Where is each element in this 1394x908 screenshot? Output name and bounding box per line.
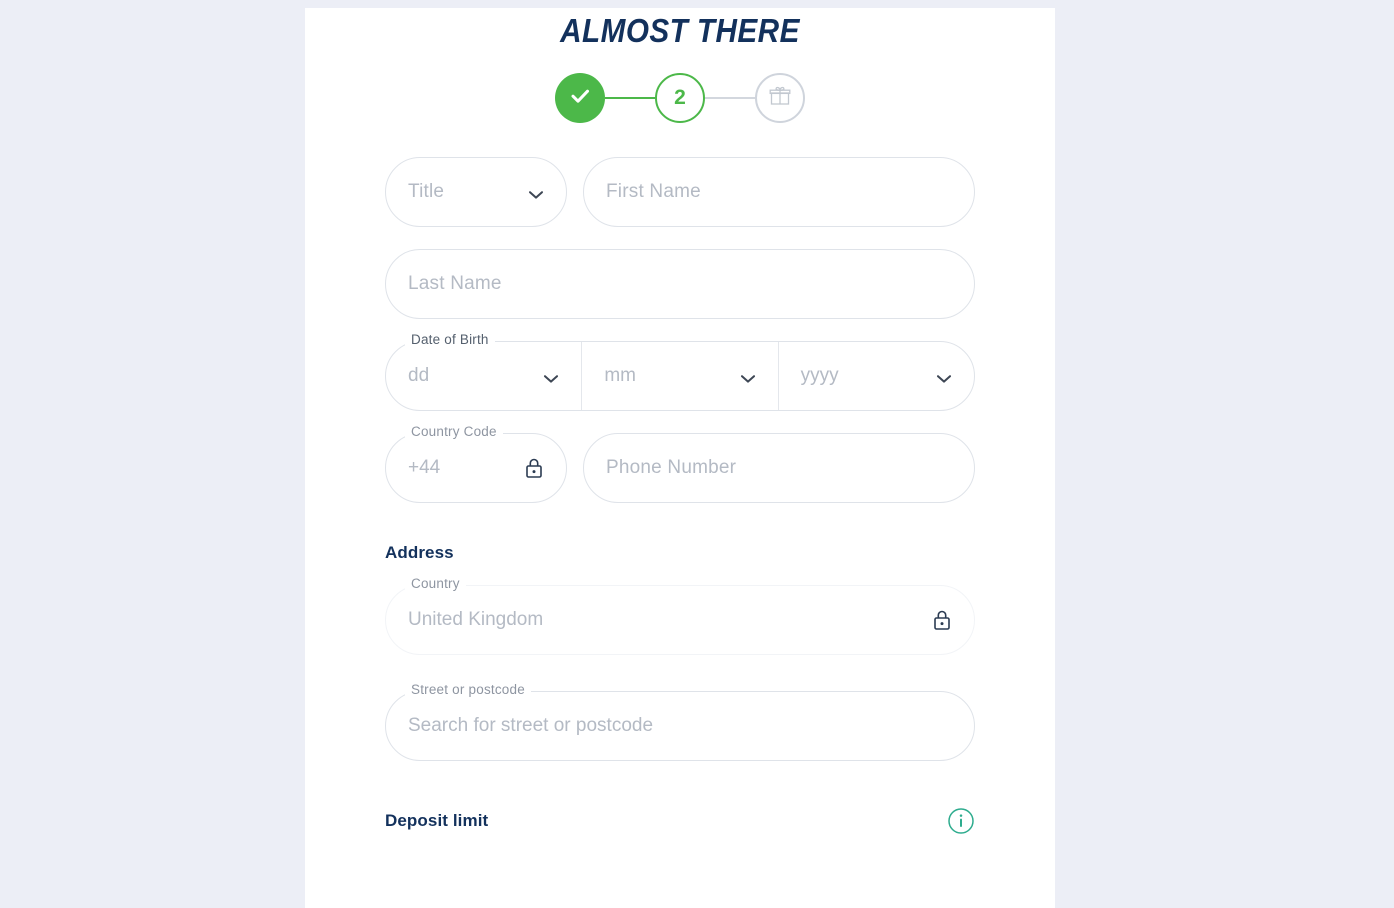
info-circle-icon[interactable] [947, 807, 975, 835]
deposit-limit-row: Deposit limit [385, 807, 975, 835]
street-postcode-placeholder: Search for street or postcode [408, 715, 654, 736]
phone-number-placeholder: Phone Number [606, 457, 737, 478]
name-row: Title First Name [385, 157, 975, 227]
dob-year-select[interactable]: yyyy [777, 342, 974, 410]
date-of-birth-fieldset: dd mm yyyy [385, 341, 975, 411]
lock-icon [932, 608, 952, 632]
dob-day-placeholder: dd [408, 365, 430, 386]
country-legend: Country [405, 576, 466, 591]
date-of-birth-legend: Date of Birth [405, 332, 495, 347]
address-section-heading: Address [385, 543, 454, 562]
first-name-placeholder: First Name [606, 181, 701, 202]
street-postcode-group: Street or postcode Search for street or … [385, 682, 975, 761]
country-code-value-wrap: +44 [386, 434, 566, 502]
gift-icon [767, 83, 793, 114]
street-postcode-field[interactable]: Search for street or postcode [385, 691, 975, 761]
dob-month-placeholder: mm [604, 365, 636, 386]
progress-stepper: 2 [305, 73, 1055, 123]
deposit-limit-heading: Deposit limit [385, 811, 489, 830]
country-group: Country United Kingdom [385, 576, 975, 655]
chevron-down-icon [740, 371, 756, 383]
dob-year-placeholder: yyyy [800, 365, 839, 386]
country-code-field[interactable]: +44 [385, 433, 567, 503]
country-code-legend: Country Code [405, 424, 503, 439]
registration-form: Title First Name Last Name Date of Birth… [305, 157, 1055, 835]
date-of-birth-group: Date of Birth dd mm yyyy [385, 332, 975, 411]
last-name-row: Last Name [385, 249, 975, 319]
chevron-down-icon [528, 187, 544, 199]
stepper-connector-1 [605, 97, 655, 99]
country-value: United Kingdom [408, 609, 544, 630]
last-name-placeholder: Last Name [408, 273, 502, 294]
title-select-placeholder: Title [408, 181, 445, 202]
stepper-step-2-label: 2 [674, 86, 686, 109]
stepper-step-3-upcoming[interactable] [755, 73, 805, 123]
country-code-group: Country Code +44 [385, 424, 567, 503]
title-select[interactable]: Title [385, 157, 567, 227]
street-postcode-legend: Street or postcode [405, 682, 531, 697]
stepper-step-2-current[interactable]: 2 [655, 73, 705, 123]
page-title: ALMOST THERE [560, 12, 800, 49]
card-inner: ALMOST THERE 2 Title First Name Last Nam… [305, 8, 1055, 835]
last-name-input[interactable]: Last Name [385, 249, 975, 319]
country-field[interactable]: United Kingdom [385, 585, 975, 655]
street-postcode-value-wrap: Search for street or postcode [386, 692, 974, 760]
chevron-down-icon [936, 371, 952, 383]
country-code-value: +44 [408, 457, 441, 478]
phone-row: Country Code +44 Phone Number [385, 424, 975, 503]
dob-month-select[interactable]: mm [581, 342, 777, 410]
signup-card: ALMOST THERE 2 Title First Name Last Nam… [305, 8, 1055, 908]
chevron-down-icon [543, 371, 559, 383]
stepper-connector-2 [705, 97, 755, 99]
check-icon [567, 83, 593, 114]
dob-day-select[interactable]: dd [386, 342, 581, 410]
stepper-step-1-completed[interactable] [555, 73, 605, 123]
page-root: ALMOST THERE 2 Title First Name Last Nam… [0, 0, 1394, 908]
country-value-wrap: United Kingdom [386, 586, 974, 654]
address-block: Country United Kingdom Street or postcod… [385, 576, 975, 761]
lock-icon [524, 456, 544, 480]
phone-number-input[interactable]: Phone Number [583, 433, 975, 503]
first-name-input[interactable]: First Name [583, 157, 975, 227]
